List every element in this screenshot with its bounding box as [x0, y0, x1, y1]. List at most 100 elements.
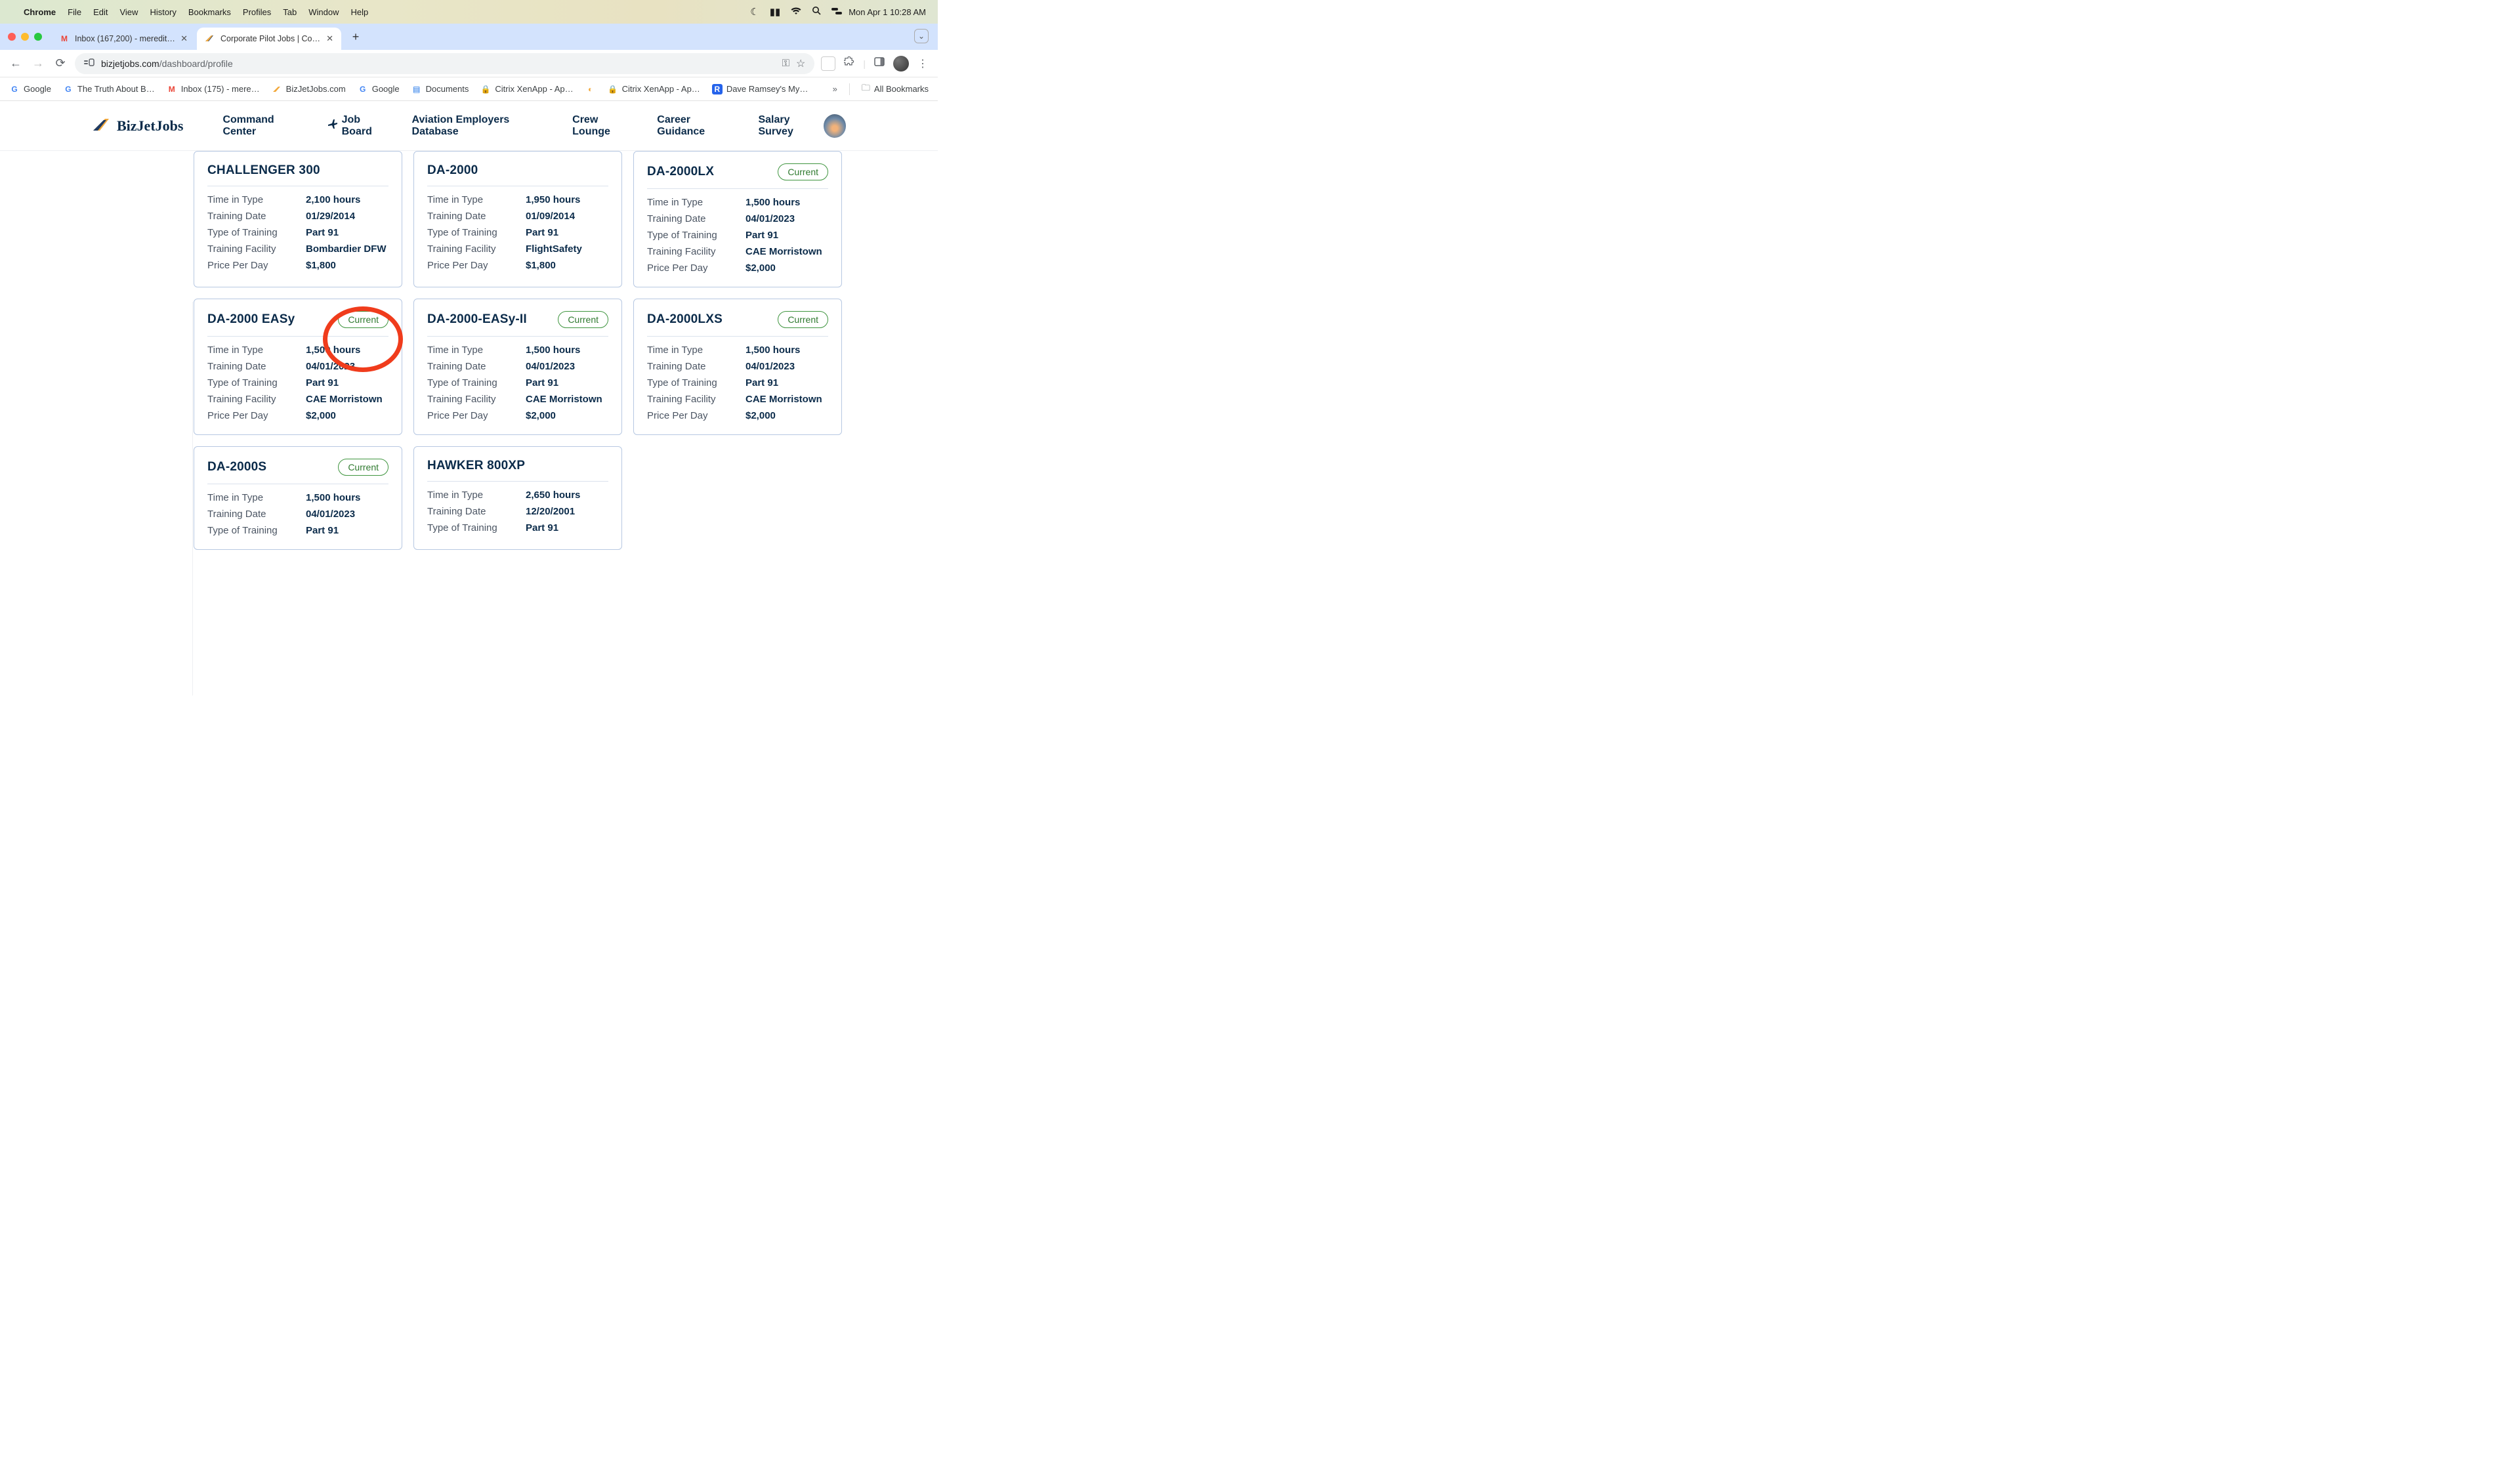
tab-search-button[interactable]: ⌄ [914, 29, 929, 43]
user-avatar[interactable] [824, 114, 846, 138]
nav-job-board[interactable]: Job Board [327, 114, 390, 138]
browser-tab-inbox[interactable]: M Inbox (167,200) - meredithko ✕ [51, 28, 196, 50]
mac-menu-file[interactable]: File [68, 7, 81, 17]
chrome-profile-avatar[interactable] [893, 56, 909, 72]
back-button[interactable]: ← [8, 56, 24, 70]
current-badge[interactable]: Current [778, 163, 828, 180]
extensions-puzzle-icon[interactable] [842, 56, 856, 71]
card-row: Time in Type1,500 hours [207, 344, 388, 356]
gmail-icon: M [167, 84, 177, 94]
current-badge[interactable]: Current [338, 459, 388, 476]
card-row: Training Date04/01/2023 [207, 361, 388, 372]
bookmark-google[interactable]: GGoogle [9, 84, 51, 94]
mac-menu-history[interactable]: History [150, 7, 176, 17]
search-icon[interactable] [812, 6, 821, 18]
mac-menu-bookmarks[interactable]: Bookmarks [188, 7, 231, 17]
mac-menu-view[interactable]: View [119, 7, 138, 17]
google-icon: G [358, 84, 368, 94]
aircraft-card: DA-2000Time in Type1,950 hoursTraining D… [413, 151, 622, 287]
bookmark-citrix1[interactable]: 🔒Citrix XenApp - Ap… [480, 84, 573, 94]
chrome-menu-icon[interactable]: ⋮ [915, 57, 930, 70]
logo[interactable]: BizJetJobs [92, 115, 183, 136]
window-minimize[interactable] [21, 33, 29, 41]
card-row: Training Date01/29/2014 [207, 211, 388, 222]
mac-app-name[interactable]: Chrome [24, 7, 56, 17]
bookmarks-overflow-icon[interactable]: » [833, 84, 837, 94]
main-nav: Command Center Job Board Aviation Employ… [222, 114, 823, 138]
bookmark-inbox[interactable]: MInbox (175) - mere… [167, 84, 260, 94]
row-value: Part 91 [746, 230, 778, 241]
airplane-icon [327, 119, 338, 133]
mac-menu-tab[interactable]: Tab [283, 7, 297, 17]
password-key-icon[interactable]: ⚿ [782, 58, 789, 69]
side-panel-icon[interactable] [872, 57, 887, 70]
new-tab-button[interactable]: + [346, 28, 365, 46]
card-row: Time in Type1,950 hours [427, 194, 608, 205]
close-tab-icon[interactable]: ✕ [180, 33, 188, 44]
row-value: 12/20/2001 [526, 506, 575, 517]
card-row: Price Per Day$1,800 [427, 260, 608, 271]
row-label: Price Per Day [647, 410, 746, 421]
bookmark-star-icon[interactable]: ☆ [796, 57, 805, 70]
row-value: 01/09/2014 [526, 211, 575, 222]
card-row: Time in Type1,500 hours [647, 197, 828, 208]
row-value: $2,000 [306, 410, 336, 421]
bookmark-dot[interactable]: ◐ [585, 84, 596, 94]
current-badge[interactable]: Current [778, 311, 828, 328]
row-label: Training Date [207, 211, 306, 222]
ramsey-icon: R [712, 84, 723, 94]
dnd-icon[interactable]: ☾ [750, 6, 759, 18]
window-close[interactable] [8, 33, 16, 41]
row-label: Time in Type [207, 492, 306, 503]
card-row: Time in Type2,650 hours [427, 490, 608, 501]
nav-crew-lounge[interactable]: Crew Lounge [572, 114, 635, 138]
bookmark-citrix2[interactable]: 🔒Citrix XenApp - Ap… [608, 84, 700, 94]
aircraft-card: DA-2000LXSCurrentTime in Type1,500 hours… [633, 299, 842, 435]
reload-button[interactable]: ⟳ [52, 56, 68, 70]
mac-clock[interactable]: Mon Apr 1 10:28 AM [849, 7, 926, 17]
extension-icon[interactable] [821, 56, 835, 71]
nav-salary-survey[interactable]: Salary Survey [758, 114, 823, 138]
mac-menu-window[interactable]: Window [308, 7, 339, 17]
aircraft-card: DA-2000SCurrentTime in Type1,500 hoursTr… [194, 446, 402, 550]
bookmark-ramsey[interactable]: RDave Ramsey's My… [712, 84, 808, 94]
control-center-icon[interactable] [831, 7, 842, 18]
nav-career-guidance[interactable]: Career Guidance [657, 114, 736, 138]
bookmark-truth[interactable]: GThe Truth About B… [63, 84, 155, 94]
aircraft-title: DA-2000 [427, 163, 478, 178]
row-value: 1,950 hours [526, 194, 580, 205]
row-value: 2,650 hours [526, 490, 580, 501]
row-value: $2,000 [746, 262, 776, 274]
mac-menu-profiles[interactable]: Profiles [243, 7, 271, 17]
bookmark-bizjetjobs[interactable]: BizJetJobs.com [272, 84, 346, 94]
divider [647, 188, 828, 189]
row-label: Type of Training [207, 377, 306, 388]
site-info-icon[interactable] [84, 58, 94, 69]
window-zoom[interactable] [34, 33, 42, 41]
mac-menu-help[interactable]: Help [351, 7, 369, 17]
address-bar[interactable]: bizjetjobs.com/dashboard/profile ⚿ ☆ [75, 53, 814, 74]
url-text: bizjetjobs.com/dashboard/profile [101, 58, 776, 69]
nav-employers[interactable]: Aviation Employers Database [412, 114, 551, 138]
card-row: Price Per Day$2,000 [207, 410, 388, 421]
google-icon: G [9, 84, 20, 94]
row-value: CAE Morristown [746, 394, 822, 405]
card-row: Type of TrainingPart 91 [207, 377, 388, 388]
bookmark-documents[interactable]: ▤Documents [411, 84, 469, 94]
close-tab-icon[interactable]: ✕ [326, 33, 333, 44]
forward-button[interactable]: → [30, 56, 46, 70]
card-row: Price Per Day$2,000 [647, 262, 828, 274]
card-row: Training FacilityCAE Morristown [647, 394, 828, 405]
mac-menu-edit[interactable]: Edit [93, 7, 108, 17]
row-label: Training Date [427, 361, 526, 372]
all-bookmarks-button[interactable]: 🗀All Bookmarks [862, 82, 929, 96]
browser-tab-bizjetjobs[interactable]: Corporate Pilot Jobs | Contra ✕ [197, 28, 341, 50]
row-value: CAE Morristown [526, 394, 602, 405]
left-rail [81, 302, 193, 696]
bookmark-google2[interactable]: GGoogle [358, 84, 400, 94]
current-badge[interactable]: Current [558, 311, 608, 328]
battery-icon[interactable]: ▮▮ [770, 6, 781, 18]
current-badge[interactable]: Current [338, 311, 388, 328]
nav-command-center[interactable]: Command Center [222, 114, 304, 138]
wifi-icon[interactable] [791, 7, 801, 18]
